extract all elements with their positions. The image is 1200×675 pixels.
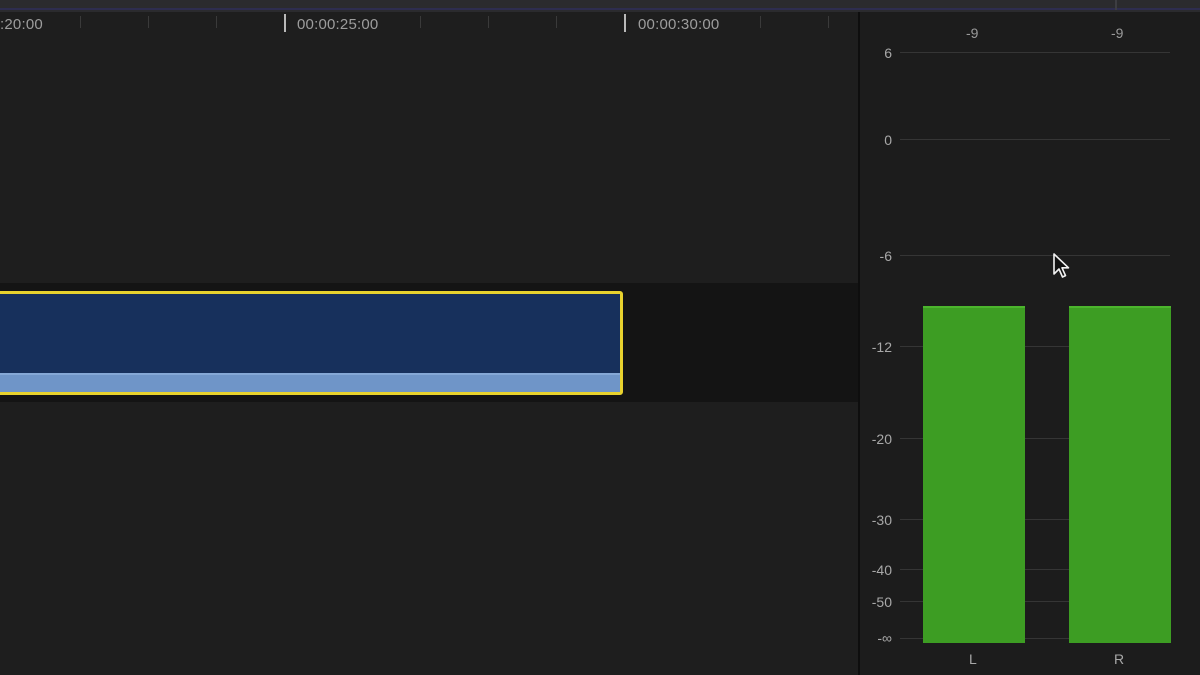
meter-scale-label: -20 bbox=[871, 431, 892, 447]
panel-edge bbox=[1115, 0, 1117, 10]
ruler-tick bbox=[420, 16, 421, 28]
meter-scale-label: -30 bbox=[871, 512, 892, 528]
timecode-label: :20:00 bbox=[0, 16, 43, 33]
top-accent-line bbox=[0, 8, 1200, 10]
ruler-tick bbox=[760, 16, 761, 28]
ruler-tick bbox=[828, 16, 829, 28]
ruler-tick bbox=[556, 16, 557, 28]
selected-clip[interactable] bbox=[0, 291, 623, 395]
meter-scale-label: -12 bbox=[871, 339, 892, 355]
audio-meter: -9 -9 6 0 -6 -12 -20 -30 -40 -50 -∞ L R bbox=[860, 12, 1200, 675]
channel-label-left: L bbox=[969, 651, 977, 667]
level-bar-left bbox=[923, 306, 1025, 643]
ruler-major-tick bbox=[284, 14, 286, 32]
mouse-pointer-icon bbox=[1053, 253, 1070, 278]
meter-scale-label: -6 bbox=[879, 248, 892, 264]
meter-scale-label: 0 bbox=[884, 132, 892, 148]
meter-scale-label: -40 bbox=[871, 562, 892, 578]
meter-scale-label: -∞ bbox=[877, 630, 892, 646]
peak-label-left: -9 bbox=[966, 25, 979, 41]
meter-scale-label: 6 bbox=[884, 45, 892, 61]
meter-grid-line bbox=[900, 139, 1170, 140]
ruler-tick bbox=[488, 16, 489, 28]
timecode-label: 00:00:30:00 bbox=[638, 16, 720, 33]
meter-grid-line bbox=[900, 255, 1170, 256]
ruler-tick bbox=[216, 16, 217, 28]
ruler-tick bbox=[80, 16, 81, 28]
meter-scale-label: -50 bbox=[871, 594, 892, 610]
channel-label-right: R bbox=[1114, 651, 1125, 667]
clip-audio-waveform bbox=[0, 373, 620, 392]
top-strip bbox=[0, 0, 1200, 12]
peak-label-right: -9 bbox=[1111, 25, 1124, 41]
timecode-label: 00:00:25:00 bbox=[297, 16, 379, 33]
level-bar-right bbox=[1069, 306, 1171, 643]
timeline[interactable]: :20:00 00:00:25:00 00:00:30:00 bbox=[0, 12, 858, 675]
meter-grid-line bbox=[900, 52, 1170, 53]
timeline-ruler[interactable]: :20:00 00:00:25:00 00:00:30:00 bbox=[0, 12, 858, 37]
ruler-major-tick bbox=[624, 14, 626, 32]
ruler-tick bbox=[148, 16, 149, 28]
